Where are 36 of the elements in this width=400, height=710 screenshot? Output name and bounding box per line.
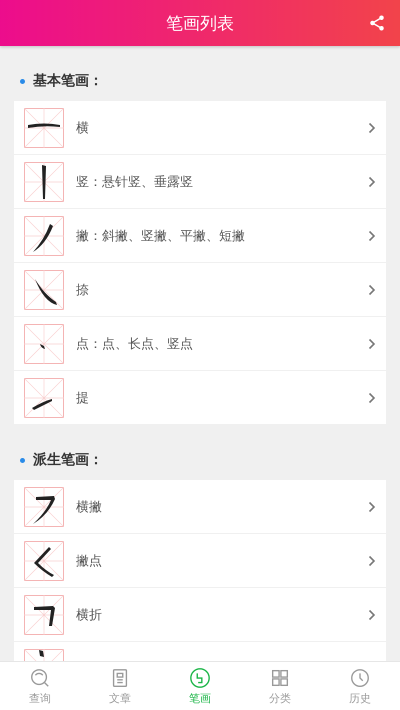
stroke-icon	[189, 666, 211, 688]
stroke-row[interactable]: 横撇	[14, 480, 386, 534]
section-title: 基本笔画：	[33, 72, 103, 90]
stroke-row[interactable]: 捺	[14, 263, 386, 317]
chevron-right-icon	[368, 176, 376, 188]
chevron-right-icon	[368, 500, 376, 512]
stroke-label: 横	[76, 120, 90, 136]
stroke-label: 捺	[76, 282, 90, 298]
stroke-row[interactable]: 撇点	[14, 534, 386, 588]
stroke-label: 撇点	[76, 552, 103, 570]
stroke-row[interactable]: 点：点、长点、竖点	[14, 317, 386, 371]
chevron-right-icon	[368, 392, 376, 404]
stroke-row[interactable]: 横折	[14, 588, 386, 642]
stroke-row[interactable]: 横	[14, 101, 386, 155]
stroke-label: 撇：斜撇、竖撇、平撇、短撇	[76, 228, 246, 244]
chevron-right-icon	[368, 230, 376, 242]
chevron-right-icon	[368, 122, 376, 134]
bullet-dot	[20, 78, 25, 84]
chevron-right-icon	[368, 338, 376, 350]
stroke-label: 横撇	[76, 498, 103, 516]
section-title: 派生笔画：	[33, 451, 103, 469]
chevron-right-icon	[368, 608, 376, 620]
clock-icon	[349, 666, 371, 688]
stroke-row[interactable]: 撇：斜撇、竖撇、平撇、短撇	[14, 209, 386, 263]
chevron-right-icon	[368, 284, 376, 296]
bullet-dot	[20, 458, 25, 462]
page-title: 笔画列表	[166, 12, 234, 34]
stroke-row[interactable]: 竖：悬针竖、垂露竖	[14, 155, 386, 209]
search-icon	[29, 666, 51, 688]
share-icon[interactable]	[368, 14, 386, 32]
stroke-label: 提	[76, 390, 90, 406]
stroke-label: 竖：悬针竖、垂露竖	[76, 174, 194, 190]
chevron-right-icon	[368, 554, 376, 566]
stroke-label: 点：点、长点、竖点	[76, 336, 194, 352]
stroke-label: 横折	[76, 606, 103, 624]
stroke-row[interactable]: 提	[14, 371, 386, 425]
